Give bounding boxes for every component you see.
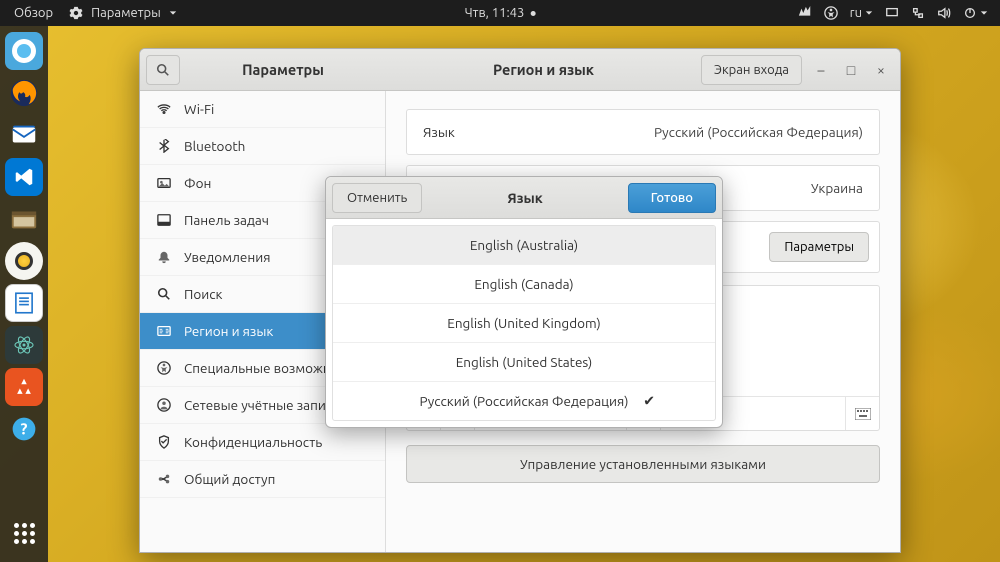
chevron-down-icon: [865, 9, 873, 17]
row-value: Украина: [811, 180, 863, 196]
sidebar-item-label: Общий доступ: [184, 471, 275, 487]
sidebar-item-bluetooth[interactable]: Bluetooth: [140, 128, 385, 165]
sidebar-item-label: Поиск: [184, 286, 222, 302]
row-label: Язык: [423, 124, 455, 140]
accessibility-icon[interactable]: [824, 6, 838, 20]
dock-rhythmbox[interactable]: [5, 242, 43, 280]
accounts-icon: [156, 398, 172, 412]
sharing-icon: [156, 472, 172, 486]
check-icon: ✔: [643, 393, 655, 410]
dialog-title: Язык: [422, 190, 627, 206]
sidebar-item-label: Панель задач: [184, 212, 269, 228]
dock-icon: [156, 213, 172, 227]
wired-network-icon[interactable]: [911, 6, 925, 20]
accessibility-icon: [156, 361, 172, 375]
dock-thunderbird[interactable]: [5, 116, 43, 154]
show-applications-button[interactable]: [5, 514, 43, 552]
window-title-right: Регион и язык: [386, 61, 701, 78]
minimize-button[interactable]: –: [806, 55, 836, 85]
language-list: English (Australia) English (Canada) Engli…: [332, 225, 716, 421]
language-label: Русский (Российская Федерация): [419, 393, 628, 409]
sidebar-item-label: Сетевые учётные записи: [184, 397, 340, 413]
sidebar-item-wifi[interactable]: Wi-Fi: [140, 91, 385, 128]
activities-button[interactable]: Обзор: [8, 6, 59, 20]
maximize-button[interactable]: □: [836, 55, 866, 85]
dock-files[interactable]: [5, 200, 43, 238]
window-titlebar: Параметры Регион и язык Экран входа – □ …: [140, 49, 900, 91]
login-screen-button[interactable]: Экран входа: [701, 55, 802, 85]
region-icon: [156, 324, 172, 338]
close-button[interactable]: ×: [866, 55, 896, 85]
keyboard-icon: [855, 408, 871, 420]
dock-writer[interactable]: [5, 284, 43, 322]
language-label: English (Australia): [470, 237, 578, 253]
bluetooth-icon: [156, 139, 172, 153]
search-icon: [156, 287, 172, 301]
keyboard-layout-indicator[interactable]: ru: [850, 6, 873, 20]
notification-dot: [530, 11, 535, 16]
sidebar-item-label: Bluetooth: [184, 138, 245, 154]
power-icon: [963, 6, 977, 20]
language-label: English (United States): [456, 354, 593, 370]
keyboard-layout-button[interactable]: [845, 397, 879, 430]
svg-text:?: ?: [21, 419, 28, 437]
screen-icon[interactable]: [885, 6, 899, 20]
cancel-button[interactable]: Отменить: [332, 183, 422, 213]
language-option[interactable]: English (United States): [333, 343, 715, 382]
search-icon: [156, 63, 170, 77]
row-value: Русский (Российская Федерация): [654, 124, 863, 140]
sidebar-item-label: Уведомления: [184, 249, 271, 265]
sidebar-item-sharing[interactable]: Общий доступ: [140, 461, 385, 498]
dock-chromium[interactable]: [5, 32, 43, 70]
sidebar-item-label: Фон: [184, 175, 211, 191]
sidebar-item-label: Регион и язык: [184, 323, 273, 339]
sidebar-item-privacy[interactable]: Конфиденциальность: [140, 424, 385, 461]
volume-icon[interactable]: [937, 6, 951, 20]
dialog-header: Отменить Язык Готово: [326, 177, 722, 219]
wifi-icon: [156, 102, 172, 116]
background-icon: [156, 176, 172, 190]
sidebar-item-label: Конфиденциальность: [184, 434, 322, 450]
params-button[interactable]: Параметры: [769, 232, 869, 262]
search-button[interactable]: [146, 55, 180, 85]
language-row[interactable]: Язык Русский (Российская Федерация): [406, 109, 880, 155]
language-option[interactable]: English (Australia): [333, 226, 715, 265]
dock-firefox[interactable]: [5, 74, 43, 112]
notifications-icon: [156, 250, 172, 264]
chevron-down-icon: [169, 9, 177, 17]
dock-atom[interactable]: [5, 326, 43, 364]
dock: ?: [0, 26, 48, 562]
gear-icon: [69, 6, 83, 20]
language-option[interactable]: English (United Kingdom): [333, 304, 715, 343]
privacy-icon: [156, 435, 172, 449]
network-icon[interactable]: [798, 6, 812, 20]
language-option[interactable]: English (Canada): [333, 265, 715, 304]
language-label: English (United Kingdom): [447, 315, 600, 331]
language-label: English (Canada): [474, 276, 573, 292]
clock[interactable]: Чтв, 11:43: [465, 6, 536, 20]
top-bar: Обзор Параметры Чтв, 11:43 ru: [0, 0, 1000, 26]
manage-languages-button[interactable]: Управление установленными языками: [406, 445, 880, 483]
chevron-down-icon: [980, 9, 988, 17]
window-title-left: Параметры: [180, 61, 386, 78]
done-button[interactable]: Готово: [628, 183, 716, 213]
sidebar-item-label: Wi-Fi: [184, 101, 214, 117]
language-dialog: Отменить Язык Готово English (Australia)…: [325, 176, 723, 428]
dock-help[interactable]: ?: [5, 410, 43, 448]
app-menu[interactable]: Параметры: [63, 6, 183, 20]
language-option[interactable]: Русский (Российская Федерация) ✔: [333, 382, 715, 420]
system-menu[interactable]: [963, 6, 988, 20]
dock-software[interactable]: [5, 368, 43, 406]
dock-vscode[interactable]: [5, 158, 43, 196]
